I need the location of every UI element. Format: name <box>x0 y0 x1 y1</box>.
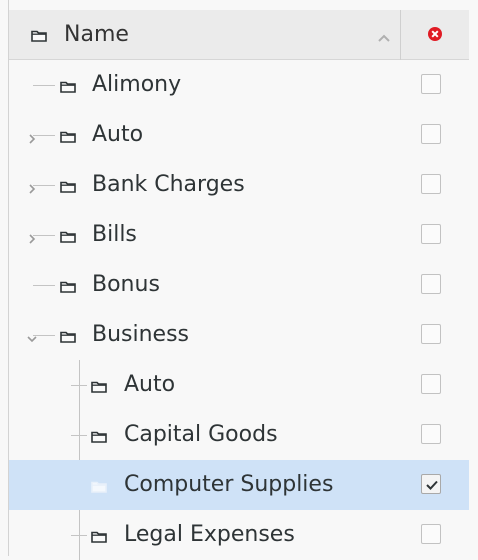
category-tree: Name Alimony Auto Bank Charges Bills Bonus Bu… <box>9 10 469 560</box>
tree-row[interactable]: Business <box>9 310 469 360</box>
chevron-right-icon[interactable] <box>27 229 37 244</box>
tree-row[interactable]: Bank Charges <box>9 160 469 210</box>
folder-icon <box>60 228 76 247</box>
folder-icon <box>91 528 107 547</box>
row-checkbox[interactable] <box>421 474 441 494</box>
tree-connector-line <box>33 235 55 236</box>
chevron-right-icon[interactable] <box>27 129 37 144</box>
row-label: Bonus <box>92 272 160 297</box>
tree-connector-line <box>33 85 55 86</box>
row-checkbox[interactable] <box>421 524 441 544</box>
row-label: Auto <box>124 372 176 397</box>
folder-icon <box>60 328 76 347</box>
folder-icon <box>91 378 107 397</box>
row-label: Computer Supplies <box>124 472 334 497</box>
tree-row[interactable]: Computer Supplies <box>9 460 469 510</box>
tree-row[interactable]: Bills <box>9 210 469 260</box>
tree-connector-line <box>71 385 87 386</box>
row-checkbox[interactable] <box>421 224 441 244</box>
folder-icon <box>31 27 47 46</box>
row-label: Auto <box>92 122 144 147</box>
row-label: Capital Goods <box>124 422 278 447</box>
row-checkbox[interactable] <box>421 324 441 344</box>
name-column-header[interactable]: Name <box>9 10 401 60</box>
row-checkbox[interactable] <box>421 124 441 144</box>
sort-ascending-icon[interactable] <box>377 28 391 42</box>
row-label: Alimony <box>92 72 182 97</box>
row-checkbox[interactable] <box>421 74 441 94</box>
folder-icon <box>60 78 76 97</box>
tree-row[interactable]: Legal Expenses <box>9 510 469 560</box>
tree-connector-line <box>33 335 55 336</box>
folder-icon <box>60 128 76 147</box>
row-label: Business <box>92 322 190 347</box>
tree-rows: Alimony Auto Bank Charges Bills Bonus Busines… <box>9 60 469 560</box>
tree-row[interactable]: Alimony <box>9 60 469 110</box>
row-checkbox[interactable] <box>421 174 441 194</box>
chevron-right-icon[interactable] <box>27 179 37 194</box>
tree-connector-line <box>71 435 87 436</box>
chevron-down-icon[interactable] <box>27 329 37 343</box>
tree-row[interactable]: Bonus <box>9 260 469 310</box>
tree-header: Name <box>9 10 469 60</box>
row-checkbox[interactable] <box>421 374 441 394</box>
row-checkbox[interactable] <box>421 424 441 444</box>
folder-icon <box>91 478 107 497</box>
tree-connector-line <box>33 135 55 136</box>
category-tree-panel: Name Alimony Auto Bank Charges Bills Bonus Bu… <box>0 0 478 560</box>
row-label: Legal Expenses <box>124 522 295 547</box>
tree-row[interactable]: Capital Goods <box>9 410 469 460</box>
clear-selection-icon[interactable] <box>427 26 443 42</box>
tree-row[interactable]: Auto <box>9 360 469 410</box>
tree-connector-line <box>33 185 55 186</box>
tree-connector-line <box>71 535 87 536</box>
tree-connector-line <box>33 285 55 286</box>
row-label: Bills <box>92 222 137 247</box>
row-label: Bank Charges <box>92 172 245 197</box>
tree-row[interactable]: Auto <box>9 110 469 160</box>
name-column-title: Name <box>64 22 129 47</box>
folder-icon <box>60 278 76 297</box>
folder-icon <box>60 178 76 197</box>
folder-icon <box>91 428 107 447</box>
row-checkbox[interactable] <box>421 274 441 294</box>
